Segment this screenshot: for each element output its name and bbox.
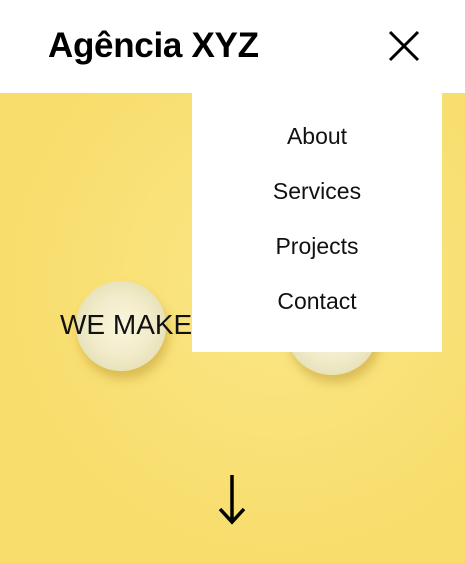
menu-item-contact[interactable]: Contact: [192, 281, 442, 321]
scroll-down-button[interactable]: [216, 473, 248, 525]
menu-item-projects[interactable]: Projects: [192, 226, 442, 266]
nav-dropdown-menu: About Services Projects Contact: [192, 93, 442, 352]
arrow-down-icon: [218, 475, 246, 525]
close-menu-button[interactable]: [386, 28, 422, 64]
site-header: Agência XYZ: [0, 0, 465, 93]
menu-item-services[interactable]: Services: [192, 171, 442, 211]
close-icon: [388, 30, 420, 62]
hero-headline: WE MAKE: [60, 309, 193, 340]
menu-item-about[interactable]: About: [192, 116, 442, 156]
brand-logo[interactable]: Agência XYZ: [48, 25, 259, 67]
